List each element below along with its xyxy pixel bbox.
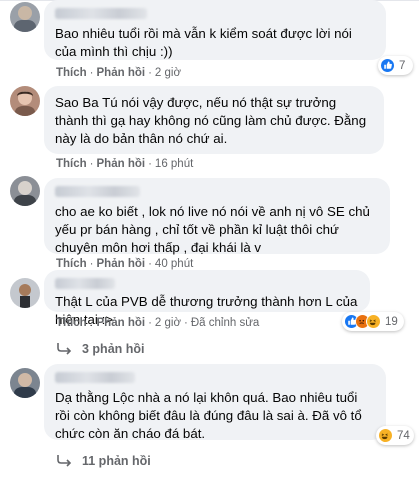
comment-text: cho ae ko biết , lok nó live nó nói về a…: [55, 204, 370, 255]
avatar[interactable]: [10, 278, 40, 308]
reply-link[interactable]: Phản hồi: [97, 158, 146, 170]
comment-bubble: Sao Ba Tú nói vậy được, nếu nó thật sự t…: [44, 86, 384, 154]
author-name-blurred[interactable]: [55, 372, 135, 383]
reply-link[interactable]: Phản hồi: [97, 258, 146, 270]
comment-bubble: Dạ thằng Lộc nhà a nó lại khôn quá. Bao …: [44, 364, 386, 441]
comment-actions: Thích · Phản hồi · 2 giờ: [56, 67, 182, 79]
view-replies-button[interactable]: 3 phản hồi: [56, 342, 145, 356]
like-link[interactable]: Thích: [56, 158, 87, 170]
reaction-summary[interactable]: 19: [342, 312, 404, 331]
timestamp[interactable]: 2 giờ: [155, 317, 181, 329]
reply-link[interactable]: Phản hồi: [97, 317, 146, 329]
reaction-summary[interactable]: 74: [376, 426, 414, 445]
comment-text: Bao nhiêu tuổi rồi mà vẫn k kiểm soát đư…: [55, 26, 352, 59]
reaction-summary[interactable]: 7: [378, 56, 413, 75]
comment-bubble: Bao nhiêu tuổi rồi mà vẫn k kiểm soát đư…: [44, 0, 386, 60]
timestamp[interactable]: 16 phút: [155, 158, 193, 170]
avatar[interactable]: [10, 176, 40, 206]
replies-count-label[interactable]: 11 phản hồi: [82, 454, 151, 468]
comment-text: Sao Ba Tú nói vậy được, nếu nó thật sự t…: [55, 95, 367, 146]
avatar[interactable]: [10, 2, 40, 32]
reaction-count: 7: [399, 59, 406, 72]
comment-actions: Thích · Phản hồi · 2 giờ · Đã chỉnh sửa: [56, 317, 260, 329]
comment-actions: Thích · Phản hồi · 40 phút: [56, 258, 194, 270]
author-name-blurred[interactable]: [55, 8, 147, 19]
timestamp[interactable]: 40 phút: [155, 258, 193, 270]
reply-arrow-icon: [57, 455, 72, 467]
avatar[interactable]: [10, 86, 40, 116]
avatar[interactable]: [10, 368, 40, 398]
author-name-blurred[interactable]: [55, 186, 140, 197]
reply-link[interactable]: Phản hồi: [97, 67, 146, 79]
author-name-blurred[interactable]: [55, 278, 115, 289]
haha-reaction-icon: [366, 314, 381, 329]
like-link[interactable]: Thích: [56, 317, 87, 329]
comment-actions: Thích · Phản hồi · 16 phút: [56, 158, 194, 170]
replies-count-label[interactable]: 3 phản hồi: [82, 342, 145, 356]
comment-bubble: Thật L của PVB dễ thương trưởng thành hơ…: [44, 270, 370, 327]
view-replies-button[interactable]: 11 phản hồi: [56, 454, 151, 468]
haha-reaction-icon: [378, 428, 393, 443]
reply-arrow-icon: [57, 343, 72, 355]
reaction-count: 74: [397, 429, 410, 442]
edited-label[interactable]: Đã chỉnh sửa: [191, 317, 259, 329]
reaction-count: 19: [385, 315, 398, 328]
like-link[interactable]: Thích: [56, 258, 87, 270]
like-reaction-icon: [380, 58, 395, 73]
like-link[interactable]: Thích: [56, 67, 87, 79]
timestamp[interactable]: 2 giờ: [155, 67, 181, 79]
comment-text: Dạ thằng Lộc nhà a nó lại khôn quá. Bao …: [55, 390, 362, 441]
comment-bubble: cho ae ko biết , lok nó live nó nói về a…: [44, 178, 390, 255]
